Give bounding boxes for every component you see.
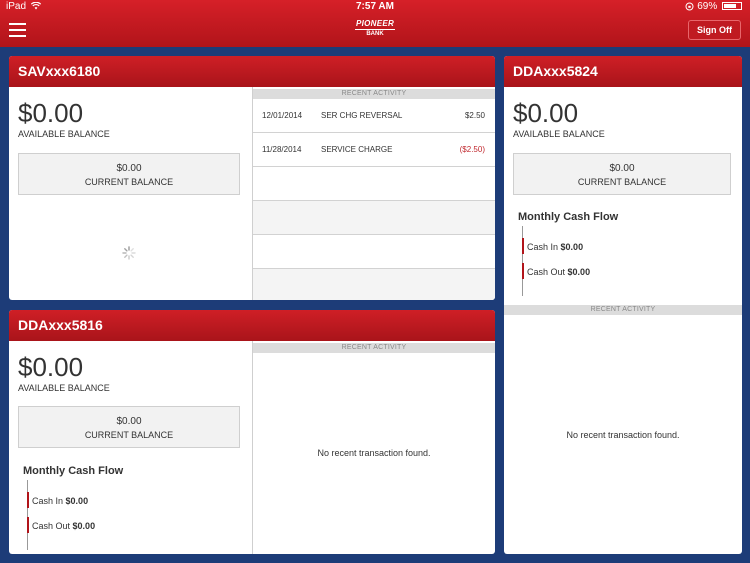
cash-flow-axis — [522, 226, 523, 296]
current-balance-label: CURRENT BALANCE — [577, 177, 667, 187]
no-transactions-message: No recent transaction found. — [317, 448, 431, 458]
available-balance-amount: $0.00 — [18, 98, 84, 128]
transaction-date: 12/01/2014 — [262, 111, 303, 120]
hamburger-menu-icon[interactable] — [9, 23, 26, 37]
available-balance-label: AVAILABLE BALANCE — [18, 129, 110, 139]
empty-transaction-row — [253, 201, 495, 235]
cash-out-label: Cash Out — [527, 267, 566, 277]
status-right: 69% — [685, 0, 742, 14]
navbar: PIONEER BANK Sign Off — [0, 14, 750, 47]
battery-icon — [722, 2, 742, 11]
cash-in-marker — [522, 238, 524, 254]
available-balance: $0.00 AVAILABLE BALANCE — [18, 98, 110, 139]
monthly-cash-flow-title: Monthly Cash Flow — [23, 465, 124, 477]
transaction-description: SER CHG REVERSAL — [321, 111, 403, 120]
available-balance-label: AVAILABLE BALANCE — [18, 383, 110, 393]
available-balance-label: AVAILABLE BALANCE — [513, 129, 605, 139]
transaction-amount: $2.50 — [464, 111, 485, 120]
account-card-sav6180: SAVxxx6180 $0.00 AVAILABLE BALANCE $0.00… — [9, 56, 495, 300]
logo-line-1: PIONEER — [355, 19, 395, 30]
transaction-row[interactable]: 11/28/2014 SERVICE CHARGE ($2.50) — [253, 133, 495, 167]
account-title[interactable]: DDAxxx5824 — [504, 56, 742, 87]
logo-line-2: BANK — [366, 31, 384, 37]
cash-out-value: $0.00 — [72, 521, 96, 531]
transaction-description: SERVICE CHARGE — [321, 145, 393, 154]
cash-out: Cash Out $0.00 — [527, 267, 590, 277]
empty-transaction-row — [253, 167, 495, 201]
empty-transaction-row — [253, 235, 495, 269]
current-balance-label: CURRENT BALANCE — [84, 177, 174, 187]
sign-off-button[interactable]: Sign Off — [688, 20, 741, 40]
no-transactions-message: No recent transaction found. — [566, 430, 680, 440]
cash-in-marker — [27, 492, 29, 508]
current-balance-box: $0.00 CURRENT BALANCE — [18, 406, 240, 448]
cash-in-value: $0.00 — [65, 496, 89, 506]
cash-in-label: Cash In — [32, 496, 64, 506]
recent-activity-header: RECENT ACTIVITY — [253, 89, 495, 99]
recent-activity-header: RECENT ACTIVITY — [253, 343, 495, 353]
cash-out-label: Cash Out — [32, 521, 71, 531]
account-card-dda5816: DDAxxx5816 $0.00 AVAILABLE BALANCE $0.00… — [9, 310, 495, 554]
transaction-amount: ($2.50) — [459, 145, 485, 154]
account-title[interactable]: DDAxxx5816 — [9, 310, 495, 341]
status-time: 7:57 AM — [356, 1, 394, 12]
account-card-dda5824: DDAxxx5824 $0.00 AVAILABLE BALANCE $0.00… — [504, 56, 742, 554]
available-balance-amount: $0.00 — [18, 352, 84, 382]
cash-in: Cash In $0.00 — [527, 242, 583, 252]
cash-out-marker — [522, 263, 524, 279]
current-balance-label: CURRENT BALANCE — [84, 430, 174, 440]
transaction-date: 11/28/2014 — [262, 145, 302, 154]
app-header: iPad 7:57 AM 69% PIONEER BANK Sign Off — [0, 0, 750, 47]
cash-in-value: $0.00 — [560, 242, 584, 252]
available-balance-amount: $0.00 — [513, 98, 579, 128]
orientation-lock-icon — [685, 2, 694, 11]
empty-transaction-row — [253, 269, 495, 300]
cash-out-marker — [27, 517, 29, 533]
current-balance-box: $0.00 CURRENT BALANCE — [513, 153, 731, 195]
cash-out-value: $0.00 — [567, 267, 591, 277]
current-balance-amount: $0.00 — [116, 416, 142, 427]
recent-activity-header: RECENT ACTIVITY — [504, 305, 742, 315]
current-balance-amount: $0.00 — [116, 163, 142, 174]
loading-spinner-icon — [122, 246, 136, 260]
account-title[interactable]: SAVxxx6180 — [9, 56, 495, 87]
current-balance-amount: $0.00 — [609, 163, 635, 174]
cash-in: Cash In $0.00 — [32, 496, 88, 506]
battery-percent: 69% — [697, 1, 718, 12]
cash-flow-axis — [27, 480, 28, 550]
cash-in-label: Cash In — [527, 242, 559, 252]
status-bar: iPad 7:57 AM 69% — [0, 0, 750, 14]
available-balance: $0.00 AVAILABLE BALANCE — [513, 98, 605, 139]
pioneer-bank-logo: PIONEER BANK — [355, 19, 395, 41]
available-balance: $0.00 AVAILABLE BALANCE — [18, 352, 110, 393]
cash-out: Cash Out $0.00 — [32, 521, 95, 531]
current-balance-box: $0.00 CURRENT BALANCE — [18, 153, 240, 195]
monthly-cash-flow-title: Monthly Cash Flow — [518, 211, 619, 223]
transaction-row[interactable]: 12/01/2014 SER CHG REVERSAL $2.50 — [253, 99, 495, 133]
